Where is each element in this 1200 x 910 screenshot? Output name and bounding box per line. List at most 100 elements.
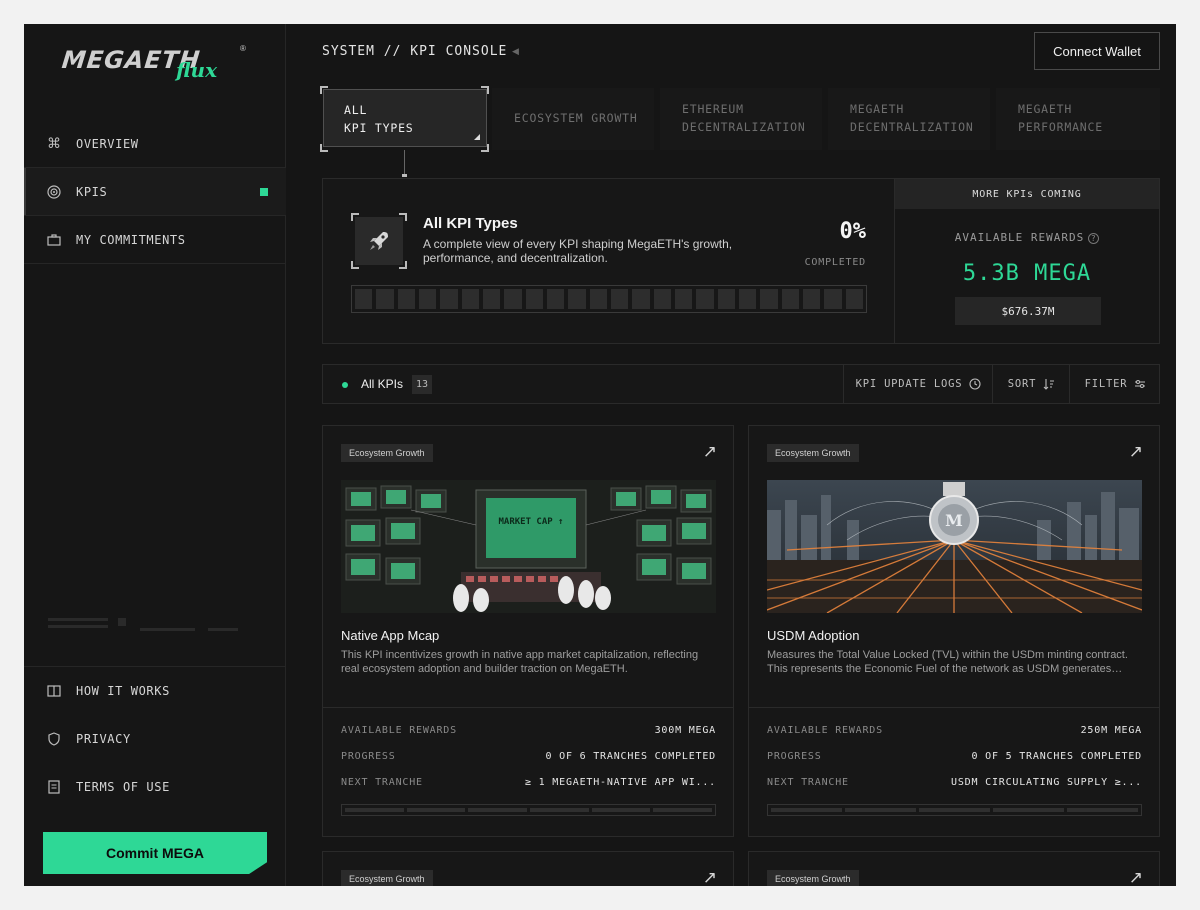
progress-segment (738, 289, 757, 309)
tab-label-line1: MEGAETH (1018, 102, 1073, 116)
tab-label-line1: ALL (344, 103, 368, 117)
kpi-card[interactable]: Ecosystem Growth ↗ (322, 851, 734, 886)
progress-segment (845, 289, 863, 309)
next-tranche-row: NEXT TRANCHE ≥ 1 MEGAETH-NATIVE APP WI... (341, 777, 716, 788)
sidebar-item-kpis[interactable]: KPIS (24, 168, 286, 216)
card-description: Measures the Total Value Locked (TVL) wi… (767, 649, 1128, 675)
app-window: MEGAETH flux ® ⌘ OVERVIEW KPIS MY COMMIT… (24, 24, 1176, 886)
card-description: This KPI incentivizes growth in native a… (341, 649, 699, 675)
tranche-segment (919, 808, 990, 812)
tab-label-line1: ETHEREUM (682, 102, 744, 116)
sort-button[interactable]: SORT (992, 365, 1070, 403)
tab-label-line2: DECENTRALIZATION (682, 120, 806, 134)
category-tag: Ecosystem Growth (341, 870, 433, 886)
corner-bracket (481, 86, 489, 94)
collapse-arrow-icon[interactable]: ◀ (512, 46, 519, 57)
sidebar: MEGAETH flux ® ⌘ OVERVIEW KPIS MY COMMIT… (24, 24, 286, 886)
row-value: USDM CIRCULATING SUPPLY ≥... (951, 777, 1142, 788)
progress-segment (696, 289, 714, 309)
tranche-segment (345, 808, 404, 812)
available-rewards-row: AVAILABLE REWARDS? (895, 231, 1159, 244)
sidebar-item-how-it-works[interactable]: HOW IT WORKS (24, 667, 286, 715)
tab-ecosystem-growth[interactable]: ECOSYSTEM GROWTH (492, 88, 654, 150)
row-value: 250M MEGA (1080, 725, 1142, 736)
breadcrumb: SYSTEM // KPI CONSOLE (322, 44, 508, 59)
progress-segment (355, 289, 373, 309)
tranche-segment (1067, 808, 1138, 812)
completion-label: COMPLETED (804, 257, 866, 268)
tranche-segment (406, 808, 466, 812)
main-content: SYSTEM // KPI CONSOLE ◀ Connect Wallet A… (287, 24, 1176, 886)
sidebar-item-my-commitments[interactable]: MY COMMITMENTS (24, 216, 286, 264)
tab-megaeth-performance[interactable]: MEGAETH PERFORMANCE (996, 88, 1160, 150)
sidebar-item-terms[interactable]: TERMS OF USE (24, 763, 286, 811)
row-value: 0 OF 5 TRANCHES COMPLETED (971, 751, 1142, 762)
rocket-icon (355, 217, 403, 265)
all-kpis-label: All KPIs (361, 377, 404, 391)
sidebar-item-label: HOW IT WORKS (76, 684, 170, 698)
next-tranche-row: NEXT TRANCHE USDM CIRCULATING SUPPLY ≥... (767, 777, 1142, 788)
kpi-card-native-app-mcap[interactable]: Ecosystem Growth ↗ MARKET CAP ↑ Native A… (322, 425, 734, 837)
row-key: PROGRESS (767, 751, 822, 762)
external-arrow-icon[interactable]: ↗ (1129, 868, 1143, 886)
commit-mega-button[interactable]: Commit MEGA (43, 832, 267, 874)
row-key: AVAILABLE REWARDS (341, 725, 457, 736)
corner-bracket (320, 86, 328, 94)
kpi-type-icon-frame (351, 213, 407, 269)
tranche-segment (591, 808, 651, 812)
sidebar-item-label: MY COMMITMENTS (76, 232, 186, 247)
sidebar-item-privacy[interactable]: PRIVACY (24, 715, 286, 763)
rewards-panel: MORE KPIs COMING AVAILABLE REWARDS? 5.3B… (894, 178, 1160, 344)
category-tag: Ecosystem Growth (341, 444, 433, 462)
summary-title: All KPI Types (423, 215, 518, 232)
svg-text:M: M (945, 511, 963, 530)
progress-segment (610, 289, 629, 309)
row-key: NEXT TRANCHE (341, 777, 423, 788)
progress-segment (568, 289, 586, 309)
sort-icon (1043, 379, 1055, 390)
tranche-segment (530, 808, 589, 812)
available-rewards-row: AVAILABLE REWARDS 300M MEGA (341, 725, 716, 736)
external-arrow-icon[interactable]: ↗ (1129, 442, 1143, 462)
rewards-amount: 5.3B MEGA (962, 261, 1092, 286)
connect-wallet-button[interactable]: Connect Wallet (1034, 32, 1160, 70)
corner-bracket (320, 144, 328, 152)
tab-label-line1: ECOSYSTEM GROWTH (514, 111, 638, 125)
progress-segment (781, 289, 799, 309)
sidebar-item-label: PRIVACY (76, 732, 131, 746)
external-arrow-icon[interactable]: ↗ (703, 442, 717, 462)
row-key: AVAILABLE REWARDS (767, 725, 883, 736)
available-rewards-label: AVAILABLE REWARDS (954, 231, 1085, 244)
sidebar-item-overview[interactable]: ⌘ OVERVIEW (24, 120, 286, 168)
kpi-card-usdm-adoption[interactable]: Ecosystem Growth ↗ M USDM Adoption Measu… (748, 425, 1160, 837)
tranche-progress-bar (767, 804, 1142, 816)
logo-reg-mark: ® (240, 44, 246, 53)
kpi-count-badge: 13 (412, 375, 432, 394)
kpi-card[interactable]: Ecosystem Growth ↗ (748, 851, 1160, 886)
tab-all-kpi-types[interactable]: ALL KPI TYPES (323, 89, 487, 147)
tab-connector-dot (402, 174, 407, 177)
filter-button[interactable]: FILTER (1069, 365, 1161, 403)
tranche-segment (771, 808, 842, 812)
sidebar-bottom-nav: HOW IT WORKS PRIVACY TERMS OF USE (24, 666, 286, 811)
divider (749, 707, 1159, 708)
decorative-pattern (48, 616, 248, 639)
logo[interactable]: MEGAETH flux ® (61, 42, 252, 82)
kpi-update-logs-button[interactable]: KPI UPDATE LOGS (843, 365, 993, 403)
progress-segment (546, 289, 565, 309)
progress-segment (504, 289, 522, 309)
progress-segment (525, 289, 543, 309)
info-icon[interactable]: ? (1088, 232, 1100, 244)
market-cap-screen-text: MARKET CAP ↑ (498, 517, 563, 527)
available-rewards-row: AVAILABLE REWARDS 250M MEGA (767, 725, 1142, 736)
tab-megaeth-decentralization[interactable]: MEGAETH DECENTRALIZATION (828, 88, 990, 150)
sidebar-nav: ⌘ OVERVIEW KPIS MY COMMITMENTS (24, 120, 286, 264)
kpi-summary-panel: All KPI Types A complete view of every K… (322, 178, 895, 344)
history-icon (969, 378, 981, 390)
progress-segment (418, 289, 437, 309)
external-arrow-icon[interactable]: ↗ (703, 868, 717, 886)
filter-label: FILTER (1084, 378, 1128, 390)
tab-ethereum-decentralization[interactable]: ETHEREUM DECENTRALIZATION (660, 88, 822, 150)
corner-triangle-icon (474, 134, 480, 140)
shield-icon (46, 731, 62, 747)
